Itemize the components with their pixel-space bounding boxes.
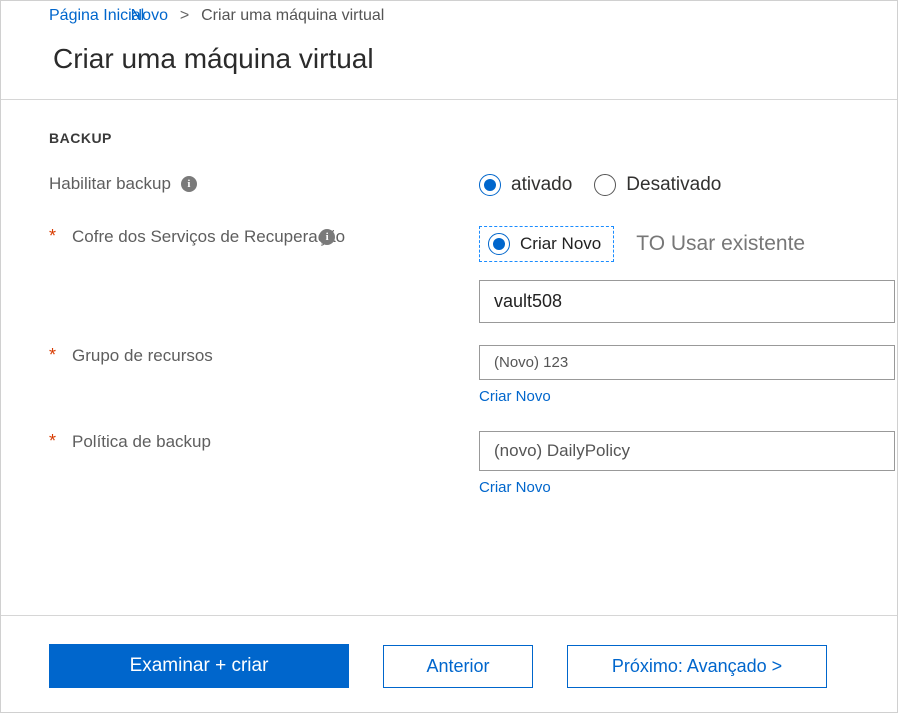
form-content: BACKUP Habilitar backup i ativado Desati…: [1, 100, 897, 615]
page-title: Criar uma máquina virtual: [1, 29, 897, 99]
radio-dot-icon: [594, 174, 616, 196]
radio-group-enable-backup: ativado Desativado: [479, 174, 897, 196]
label-backup-policy: Política de backup: [72, 432, 211, 452]
radio-group-vault-mode: Criar Novo TO Usar existente: [479, 226, 897, 262]
radio-dot-icon: [488, 233, 510, 255]
review-create-button[interactable]: Examinar + criar: [49, 644, 349, 688]
label-resource-group: Grupo de recursos: [72, 346, 213, 366]
row-vault-name: [1, 280, 897, 323]
radio-backup-off-label: Desativado: [626, 174, 721, 196]
breadcrumb-separator: >: [172, 7, 196, 24]
radio-vault-use-existing[interactable]: TO Usar existente: [636, 232, 805, 256]
footer-actions: Examinar + criar Anterior Próximo: Avanç…: [1, 615, 897, 712]
breadcrumb-current: Criar uma máquina virtual: [201, 7, 384, 24]
breadcrumb-new[interactable]: Novo: [131, 7, 168, 24]
radio-dot-icon: [479, 174, 501, 196]
row-enable-backup: Habilitar backup i ativado Desativado: [1, 174, 897, 196]
next-button[interactable]: Próximo: Avançado >: [567, 645, 827, 688]
required-marker: *: [49, 431, 56, 452]
row-vault: * Cofre dos Serviços de Recuperação i Cr…: [1, 226, 897, 262]
select-backup-policy[interactable]: (novo) DailyPolicy: [479, 431, 895, 471]
breadcrumb-home[interactable]: Página Inicial: [49, 7, 144, 24]
required-marker: *: [49, 226, 56, 247]
row-backup-policy: * Política de backup (novo) DailyPolicy …: [1, 431, 897, 496]
section-header-backup: BACKUP: [1, 130, 897, 146]
info-icon[interactable]: i: [181, 176, 197, 192]
label-vault: Cofre dos Serviços de Recuperação: [72, 227, 345, 247]
radio-vault-create-new[interactable]: Criar Novo: [479, 226, 614, 262]
input-vault-name[interactable]: [479, 280, 895, 323]
radio-backup-on[interactable]: ativado: [479, 174, 572, 196]
required-marker: *: [49, 345, 56, 366]
radio-vault-create-new-label: Criar Novo: [520, 234, 601, 254]
breadcrumb: Página Inicial Novo > Criar uma máquina …: [1, 1, 897, 29]
link-create-resource-group[interactable]: Criar Novo: [479, 388, 551, 405]
label-enable-backup: Habilitar backup: [49, 174, 171, 194]
info-icon[interactable]: i: [319, 229, 335, 245]
previous-button[interactable]: Anterior: [383, 645, 533, 688]
radio-backup-off[interactable]: Desativado: [594, 174, 721, 196]
radio-backup-on-label: ativado: [511, 174, 572, 196]
row-resource-group: * Grupo de recursos (Novo) 123 Criar Nov…: [1, 345, 897, 405]
use-existing-prefix: TO: [636, 232, 665, 255]
link-create-backup-policy[interactable]: Criar Novo: [479, 479, 551, 496]
use-existing-label: Usar existente: [671, 232, 805, 255]
select-resource-group[interactable]: (Novo) 123: [479, 345, 895, 380]
